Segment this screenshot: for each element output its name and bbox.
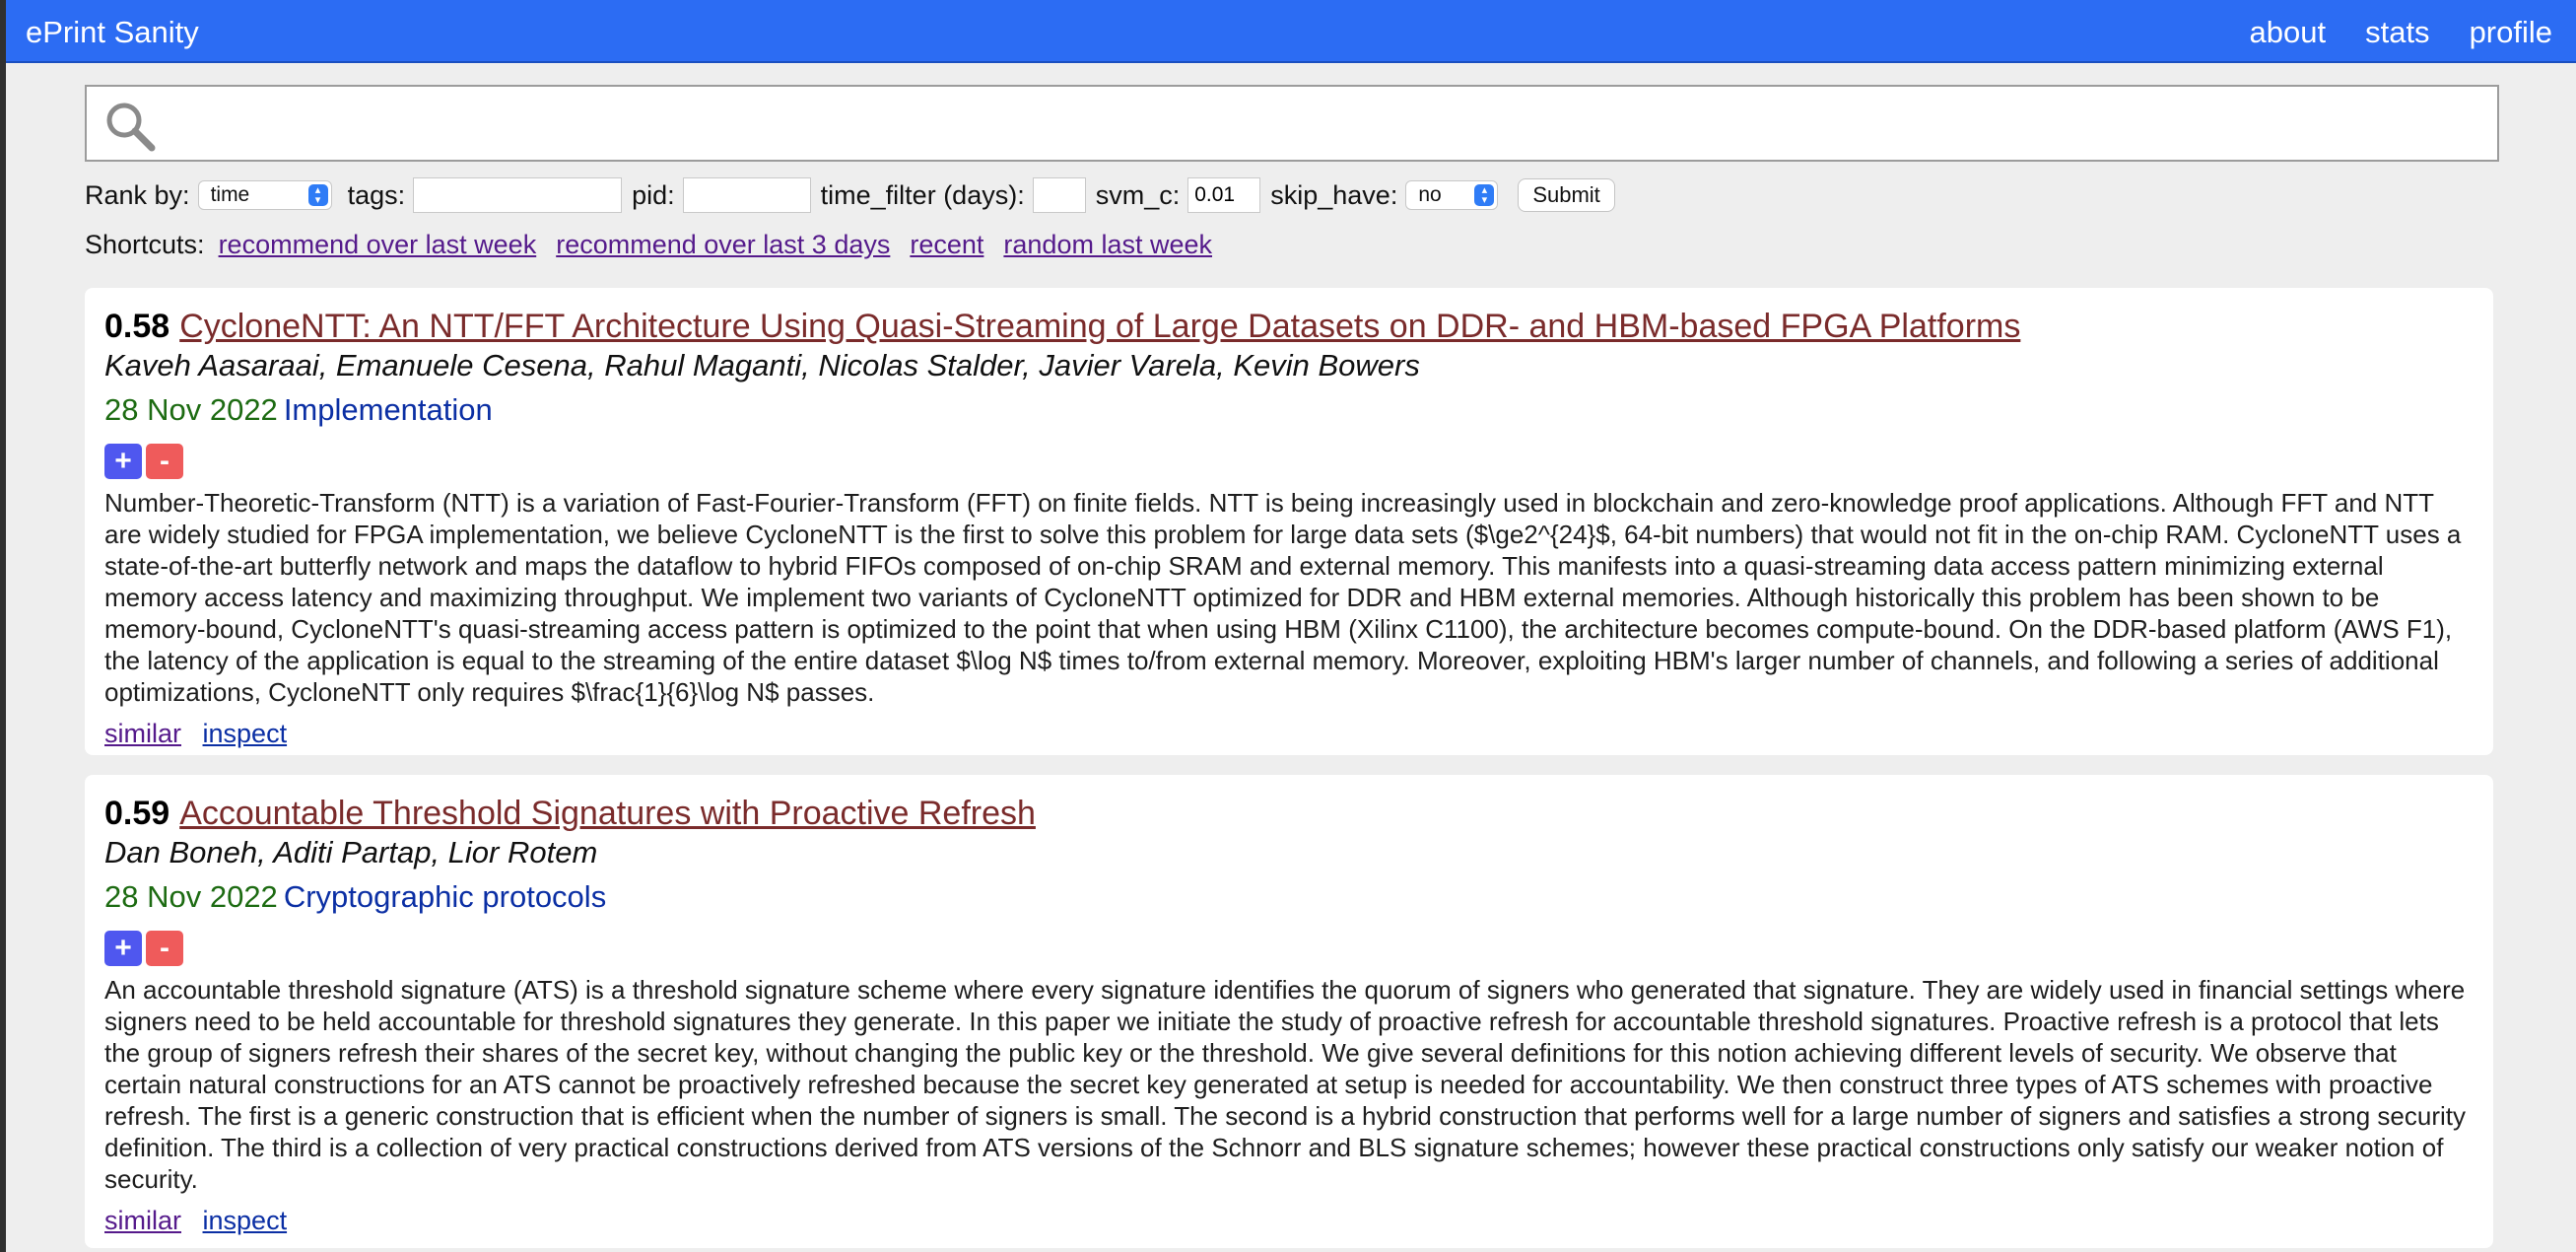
upvote-button[interactable]: + (104, 931, 142, 966)
paper-date: 28 Nov 2022 (104, 392, 278, 427)
inspect-link[interactable]: inspect (203, 1206, 288, 1235)
pid-label: pid: (632, 179, 675, 210)
skip-have-value: no (1418, 183, 1442, 206)
top-nav: about stats profile (2250, 15, 2552, 50)
pid-input[interactable] (682, 177, 811, 213)
tags-label: tags: (347, 179, 406, 210)
submit-button[interactable]: Submit (1518, 178, 1615, 212)
search-input[interactable] (175, 93, 2487, 154)
top-header: ePrint Sanity about stats profile (6, 0, 2576, 63)
paper-abstract: An accountable threshold signature (ATS)… (104, 975, 2467, 1194)
shortcut-recent-link[interactable]: recent (910, 230, 983, 260)
chevron-updown-icon: ▴ ▾ (307, 184, 328, 206)
paper-links: similar inspect (104, 714, 2474, 753)
rank-by-label: Rank by: (85, 179, 190, 210)
paper-title-row: 0.58 CycloneNTT: An NTT/FFT Architecture … (104, 306, 2474, 347)
paper-title-row: 0.59 Accountable Threshold Signatures wit… (104, 793, 2474, 834)
svm-c-label: svm_c: (1095, 179, 1181, 210)
shortcut-random-week-link[interactable]: random last week (1003, 230, 1212, 260)
paper-card: 0.58 CycloneNTT: An NTT/FFT Architecture … (85, 288, 2493, 755)
chevron-updown-icon: ▴ ▾ (1474, 184, 1495, 206)
paper-authors: Kaveh Aasaraai, Emanuele Cesena, Rahul M… (104, 348, 1420, 383)
paper-category: Cryptographic protocols (283, 879, 607, 914)
svm-c-input[interactable] (1187, 177, 1261, 213)
paper-category: Implementation (283, 392, 493, 427)
paper-meta: 28 Nov 2022 Cryptographic protocols (104, 873, 2474, 921)
paper-title-link[interactable]: Accountable Threshold Signatures with Pr… (179, 795, 1036, 832)
downvote-button[interactable]: - (146, 444, 183, 479)
skip-have-label: skip_have: (1270, 179, 1398, 210)
paper-title-link[interactable]: CycloneNTT: An NTT/FFT Architecture Usin… (179, 308, 2020, 345)
main-content: Rank by: time ▴ ▾ tags: pid: time_filter … (85, 63, 2499, 1248)
inspect-link[interactable]: inspect (203, 719, 288, 748)
paper-abstract: Number-Theoretic-Transform (NTT) is a va… (104, 488, 2462, 707)
paper-score: 0.58 (104, 308, 170, 345)
paper-meta: 28 Nov 2022 Implementation (104, 386, 2474, 434)
filter-controls: Rank by: time ▴ ▾ tags: pid: time_filter … (85, 175, 2499, 215)
nav-stats-link[interactable]: stats (2365, 15, 2429, 50)
paper-card: 0.59 Accountable Threshold Signatures wit… (85, 775, 2493, 1248)
search-icon (106, 103, 156, 152)
vote-controls: + - (104, 931, 2474, 966)
vote-controls: + - (104, 444, 2474, 479)
rank-by-select[interactable]: time ▴ ▾ (197, 180, 332, 210)
shortcuts-bar: Shortcuts: recommend over last week reco… (85, 227, 2499, 262)
time-filter-input[interactable] (1032, 177, 1086, 213)
tags-input[interactable] (413, 177, 623, 213)
shortcut-recommend-3days-link[interactable]: recommend over last 3 days (556, 230, 890, 260)
paper-score: 0.59 (104, 795, 170, 832)
paper-links: similar inspect (104, 1201, 2474, 1240)
downvote-button[interactable]: - (146, 931, 183, 966)
similar-link[interactable]: similar (104, 719, 181, 748)
paper-authors: Dan Boneh, Aditi Partap, Lior Rotem (104, 835, 598, 869)
similar-link[interactable]: similar (104, 1206, 181, 1235)
shortcuts-label: Shortcuts: (85, 229, 205, 259)
brand-title[interactable]: ePrint Sanity (26, 15, 199, 50)
rank-by-value: time (210, 183, 250, 206)
time-filter-label: time_filter (days): (820, 179, 1025, 210)
upvote-button[interactable]: + (104, 444, 142, 479)
shortcut-recommend-week-link[interactable]: recommend over last week (219, 230, 537, 260)
nav-profile-link[interactable]: profile (2470, 15, 2552, 50)
skip-have-select[interactable]: no ▴ ▾ (1405, 180, 1499, 210)
nav-about-link[interactable]: about (2250, 15, 2327, 50)
app-window: ePrint Sanity about stats profile Rank b… (6, 0, 2576, 1252)
paper-date: 28 Nov 2022 (104, 879, 278, 914)
search-bar[interactable] (85, 85, 2499, 162)
